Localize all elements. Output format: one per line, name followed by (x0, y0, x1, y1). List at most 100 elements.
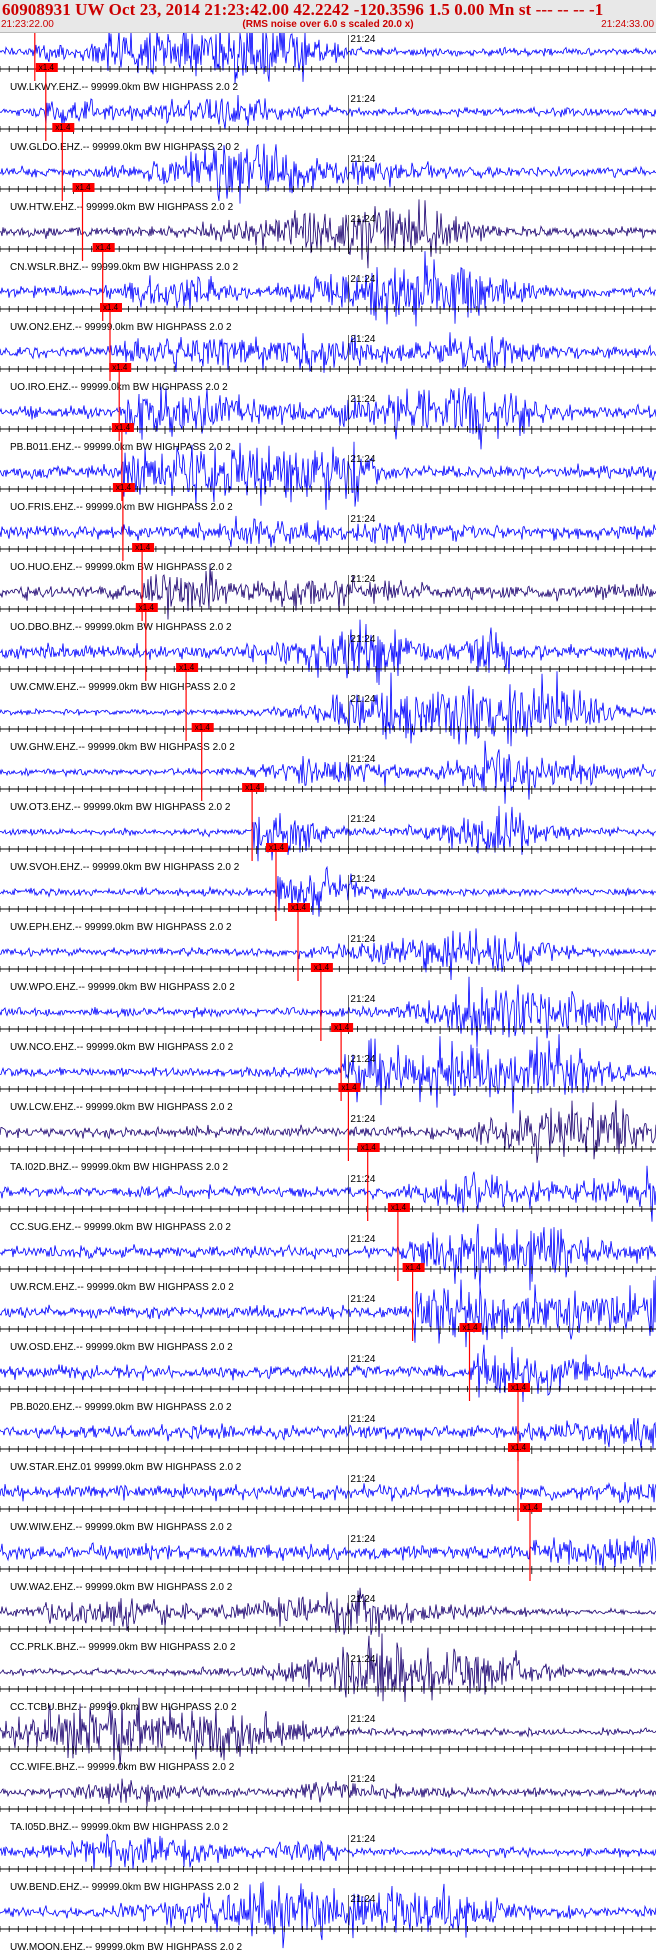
pick-label: x1.4 (139, 603, 155, 612)
seismogram-trace-25: 21:24 x1.4 UW.WA2.EHZ.-- 99999.0km BW HIGH… (0, 1503, 656, 1593)
pick-label: x1.4 (135, 543, 151, 552)
minute-tick-label: 21:24 (350, 334, 375, 345)
minute-tick-label: 21:24 (350, 874, 375, 885)
seismogram-trace-18: 21:24 x1.4 TA.I02D.BHZ.-- 99999.0km BW HIG… (0, 1083, 656, 1173)
minute-tick-label: 21:24 (350, 154, 375, 165)
rms-noise-subtitle: (RMS noise over 6.0 s scaled 20.0 x) (242, 19, 414, 30)
waveform-line (0, 1833, 656, 1870)
minute-tick-label: 21:24 (350, 1474, 375, 1485)
pick-label: x1.4 (103, 303, 119, 312)
minute-tick-label: 21:24 (350, 454, 375, 465)
minute-tick-label: 21:24 (350, 574, 375, 585)
seismogram-trace-22: 21:24 x1.4 PB.B020.EHZ.-- 99999.0km BW HIG… (0, 1323, 656, 1413)
station-label: UW.WA2.EHZ.-- 99999.0km BW HIGHPASS 2.0 … (10, 1582, 233, 1593)
pick-label: x1.4 (391, 1203, 407, 1212)
station-label: PB.B020.EHZ.-- 99999.0km BW HIGHPASS 2.0… (10, 1402, 232, 1413)
station-label: UW.LKWY.EHZ.-- 99999.0km BW HIGHPASS 2.0… (10, 82, 238, 93)
waveform-line (0, 386, 656, 450)
waveform-line (0, 1344, 656, 1403)
pick-label: x1.4 (96, 243, 112, 252)
minute-tick-label: 21:24 (350, 1774, 375, 1785)
station-label: UW.SVOH.EHZ.-- 99999.0km BW HIGHPASS 2.0… (10, 862, 240, 873)
station-label: UW.WIW.EHZ.-- 99999.0km BW HIGHPASS 2.0 … (10, 1522, 233, 1533)
station-label: UW.WPO.EHZ.-- 99999.0km BW HIGHPASS 2.0 … (10, 982, 235, 993)
waveform-line (0, 332, 656, 373)
minute-tick-label: 21:24 (350, 34, 375, 45)
seismogram-trace-23: 21:24 x1.4 UW.STAR.EHZ.01 99999.0km BW HIG… (0, 1383, 656, 1473)
minute-tick-label: 21:24 (350, 1414, 375, 1425)
pick-label: x1.4 (269, 843, 285, 852)
seismogram-trace-11: 21:24x1.4UW.GHW.EHZ.-- 99999.0km BW HIGH… (0, 663, 656, 753)
station-label: CC.WIFE.BHZ.-- 99999.0km BW HIGHPASS 2.0… (10, 1762, 235, 1773)
pick-label: x1.4 (55, 123, 71, 132)
station-label: UW.ON2.EHZ.-- 99999.0km BW HIGHPASS 2.0 … (10, 322, 232, 333)
station-label: UW.OSD.EHZ.-- 99999.0km BW HIGHPASS 2.0 … (10, 1342, 233, 1353)
pick-label: x1.4 (314, 963, 330, 972)
plot-header: 60908931 UW Oct 23, 2014 21:23:42.00 42.… (0, 0, 656, 33)
pick-label: x1.4 (39, 63, 55, 72)
station-label: UW.CMW.EHZ.-- 99999.0km BW HIGHPASS 2.0 … (10, 682, 236, 693)
minute-tick-label: 21:24 (350, 1654, 375, 1665)
station-label: UW.NCO.EHZ.-- 99999.0km BW HIGHPASS 2.0 … (10, 1042, 234, 1053)
seismogram-trace-3: 21:24 x1.4 CN.WSLR.BHZ.-- 99999.0km BW HIG… (0, 183, 656, 273)
pick-label: x1.4 (511, 1383, 527, 1392)
seismogram-trace-29: 21:24 TA.I05D.BHZ.-- 99999.0km BW HIGHPAS… (0, 1774, 656, 1833)
station-label: UW.LCW.EHZ.-- 99999.0km BW HIGHPASS 2.0 … (10, 1102, 233, 1113)
pick-label: x1.4 (115, 423, 131, 432)
station-label: PB.B011.EHZ.-- 99999.0km BW HIGHPASS 2.0… (10, 442, 231, 453)
station-label: UO.DBO.BHZ.-- 99999.0km BW HIGHPASS 2.0 … (10, 622, 232, 633)
station-label: TA.I05D.BHZ.-- 99999.0km BW HIGHPASS 2.0… (10, 1822, 228, 1833)
minute-tick-label: 21:24 (350, 1594, 375, 1605)
pick-label: x1.4 (511, 1443, 527, 1452)
minute-tick-label: 21:24 (350, 1714, 375, 1725)
pick-label: x1.4 (341, 1083, 357, 1092)
waveform-line (0, 1165, 656, 1222)
minute-tick-label: 21:24 (350, 934, 375, 945)
seismogram-trace-6: 21:24 x1.4 PB.B011.EHZ.-- 99999.0km BW HIG… (0, 363, 656, 453)
pick-label: x1.4 (245, 783, 261, 792)
seismogram-trace-5: 21:24x1.4UO.IRO.EHZ.-- 99999.0km BW HIGH… (0, 303, 656, 393)
pick-label: x1.4 (523, 1503, 539, 1512)
minute-tick-label: 21:24 (350, 994, 375, 1005)
seismogram-trace-15: 21:24 x1.4 UW.WPO.EHZ.-- 99999.0km BW HIGH… (0, 903, 656, 993)
waveform-line (0, 1223, 656, 1291)
station-label: UW.EPH.EHZ.-- 99999.0km BW HIGHPASS 2.0 … (10, 922, 232, 933)
pick-label: x1.4 (463, 1323, 479, 1332)
pick-label: x1.4 (195, 723, 211, 732)
seismogram-trace-14: 21:24 x1.4 UW.EPH.EHZ.-- 99999.0km BW HIGH… (0, 843, 656, 933)
minute-tick-label: 21:24 (350, 814, 375, 825)
seismogram-trace-30: 21:24 UW.BEND.EHZ.-- 99999.0km BW HIGHPAS… (0, 1833, 656, 1893)
minute-tick-label: 21:24 (350, 214, 375, 225)
pick-label: x1.4 (291, 903, 307, 912)
seismogram-panel: 21:24 x1.4 UW.LKWY.EHZ.-- 99999.0km BW HIG… (0, 33, 656, 1958)
station-label: CN.WSLR.BHZ.-- 99999.0km BW HIGHPASS 2.0… (10, 262, 239, 273)
station-label: UW.HTW.EHZ.-- 99999.0km BW HIGHPASS 2.0 … (10, 202, 234, 213)
seismogram-trace-0: 21:24 x1.4 UW.LKWY.EHZ.-- 99999.0km BW HIG… (0, 33, 656, 93)
station-label: UW.BEND.EHZ.-- 99999.0km BW HIGHPASS 2.0… (10, 1882, 239, 1893)
minute-tick-label: 21:24 (350, 634, 375, 645)
seismogram-trace-17: 21:24 x1.4 UW.LCW.EHZ.-- 99999.0km BW HIGH… (0, 1023, 656, 1114)
seismogram-trace-26: 21:24 CC.PRLK.BHZ.-- 99999.0km BW HIGHPAS… (0, 1587, 656, 1653)
waveform-line (0, 94, 656, 130)
waveform-line (0, 805, 656, 862)
seismogram-trace-19: 21:24 x1.4 CC.SUG.EHZ.-- 99999.0km BW HIGH… (0, 1143, 656, 1233)
seismogram-trace-24: 21:24 x1.4 UW.WIW.EHZ.-- 99999.0km BW HIGH… (0, 1443, 656, 1533)
pick-label: x1.4 (112, 363, 128, 372)
pick-label: x1.4 (179, 663, 195, 672)
seismogram-trace-12: 21:24 x1.4 UW.OT3.EHZ.-- 99999.0km BW HIGH… (0, 723, 656, 813)
seismogram-trace-16: 21:24 x1.4 UW.NCO.EHZ.-- 99999.0km BW HIGH… (0, 963, 656, 1053)
pick-label: x1.4 (406, 1263, 422, 1272)
seismogram-trace-4: 21:24 x1.4 UW.ON2.EHZ.-- 99999.0km BW HIGH… (0, 243, 656, 333)
station-label: UO.FRIS.EHZ.-- 99999.0km BW HIGHPASS 2.0… (10, 502, 233, 513)
seismogram-trace-20: 21:24 x1.4 UW.RCM.EHZ.-- 99999.0km BW HIGH… (0, 1203, 656, 1293)
waveform-line (0, 928, 656, 981)
station-label: UW.STAR.EHZ.01 99999.0km BW HIGHPASS 2.0… (10, 1462, 242, 1473)
station-label: UW.MOON.EHZ.-- 99999.0km BW HIGHPASS 2.0… (10, 1942, 243, 1953)
station-label: CC.TCBU.BHZ.-- 99999.0km BW HIGHPASS 2.0… (10, 1702, 237, 1713)
pick-label: x1.4 (361, 1143, 377, 1152)
seismogram-trace-7: 21:24 x1.4 UO.FRIS.EHZ.-- 99999.0km BW HIG… (0, 423, 656, 513)
seismogram-trace-1: 21:24x1.4UW.GLDO.EHZ.-- 99999.0km BW HIG… (0, 63, 656, 153)
waveform-line (0, 1535, 656, 1571)
event-title: 60908931 UW Oct 23, 2014 21:23:42.00 42.… (2, 0, 604, 19)
station-label: UW.RCM.EHZ.-- 99999.0km BW HIGHPASS 2.0 … (10, 1282, 234, 1293)
